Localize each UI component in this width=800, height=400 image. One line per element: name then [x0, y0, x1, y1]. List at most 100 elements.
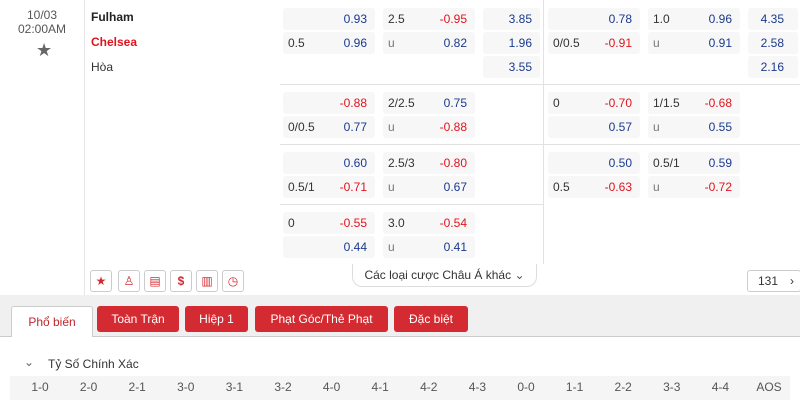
handicap-odds: -0.88: [339, 96, 367, 110]
score-option[interactable]: 2-1: [117, 380, 157, 394]
home-team[interactable]: Fulham: [91, 10, 134, 24]
over-odds: 0.59: [708, 156, 732, 170]
ft-handicap-away[interactable]: 0.5 0.96: [283, 32, 375, 54]
h1-handicap-home[interactable]: 0.50: [548, 152, 640, 174]
away-team[interactable]: Chelsea: [91, 35, 137, 49]
h1-over[interactable]: 0.5/1 0.59: [648, 152, 740, 174]
star-icon[interactable]: ★: [90, 270, 112, 292]
ou-line: 0.5/1: [653, 156, 680, 170]
score-option[interactable]: 1-1: [555, 380, 595, 394]
under-odds: 0.82: [443, 36, 467, 50]
handicap-odds: -0.91: [604, 36, 632, 50]
score-option[interactable]: 0-0: [506, 380, 546, 394]
tab-corners-cards[interactable]: Phạt Góc/Thẻ Phạt: [255, 306, 388, 332]
handicap-odds: 0.93: [343, 12, 367, 26]
ou-line: 1/1.5: [653, 96, 680, 110]
ft-over[interactable]: 2.5/3 -0.80: [383, 152, 475, 174]
1x2-odds: 3.85: [508, 12, 532, 26]
h1-1x2[interactable]: 4.35: [748, 8, 798, 30]
score-option[interactable]: 3-3: [652, 380, 692, 394]
ft-handicap-home[interactable]: -0.88: [283, 92, 375, 114]
half-divider: [543, 0, 544, 264]
handicap-line: 0: [288, 216, 295, 230]
h1-handicap-home[interactable]: 0.78: [548, 8, 640, 30]
score-option[interactable]: 1-0: [20, 380, 60, 394]
under-label: u: [388, 36, 395, 50]
handicap-line: 0/0.5: [288, 120, 315, 134]
h1-handicap-away[interactable]: 0.57: [548, 116, 640, 138]
handicap-odds: 0.78: [608, 12, 632, 26]
under-odds: -0.72: [704, 180, 732, 194]
score-option[interactable]: 4-1: [360, 380, 400, 394]
ft-over[interactable]: 3.0 -0.54: [383, 212, 475, 234]
score-option[interactable]: 2-0: [69, 380, 109, 394]
ft-handicap-away[interactable]: 0.44: [283, 236, 375, 258]
teams-column: Fulham Chelsea Hòa: [85, 0, 280, 295]
ft-under[interactable]: u 0.82: [383, 32, 475, 54]
ft-handicap-home[interactable]: 0.93: [283, 8, 375, 30]
score-option[interactable]: 4-2: [409, 380, 449, 394]
stadium-icon[interactable]: ▤: [144, 270, 166, 292]
chevron-down-icon: ⌄: [514, 268, 525, 282]
tab-first-half[interactable]: Hiệp 1: [185, 306, 248, 332]
ft-handicap-home[interactable]: 0 -0.55: [283, 212, 375, 234]
ft-1x2[interactable]: 3.55: [483, 56, 540, 78]
jersey-icon[interactable]: ♙: [118, 270, 140, 292]
ft-1x2[interactable]: 3.85: [483, 8, 540, 30]
match-date: 10/03: [26, 8, 58, 22]
1x2-odds: 1.96: [508, 36, 532, 50]
handicap-odds: 0.60: [343, 156, 367, 170]
h1-under[interactable]: u -0.72: [648, 176, 740, 198]
under-label: u: [388, 240, 395, 254]
dollar-icon[interactable]: $: [170, 270, 192, 292]
score-option[interactable]: 3-1: [214, 380, 254, 394]
h1-under[interactable]: u 0.91: [648, 32, 740, 54]
more-asian-bets-button[interactable]: Các loại cược Châu Á khác ⌄: [352, 264, 537, 287]
h1-handicap-away[interactable]: 0/0.5 -0.91: [548, 32, 640, 54]
handicap-odds: 0.77: [343, 120, 367, 134]
score-option[interactable]: 4-3: [457, 380, 497, 394]
ou-line: 2.5/3: [388, 156, 415, 170]
h1-under[interactable]: u 0.55: [648, 116, 740, 138]
stats-icon[interactable]: ▥: [196, 270, 218, 292]
score-option[interactable]: 4-0: [312, 380, 352, 394]
tab-popular[interactable]: Phổ biến: [11, 306, 93, 337]
h1-handicap-home[interactable]: 0 -0.70: [548, 92, 640, 114]
under-odds: 0.67: [443, 180, 467, 194]
ft-handicap-away[interactable]: 0/0.5 0.77: [283, 116, 375, 138]
handicap-line: 0/0.5: [553, 36, 580, 50]
favorite-star-icon[interactable]: ★: [36, 40, 52, 61]
tab-special[interactable]: Đặc biệt: [394, 306, 468, 332]
clock-icon[interactable]: ◷: [222, 270, 244, 292]
score-option[interactable]: 3-2: [263, 380, 303, 394]
under-odds: -0.88: [439, 120, 467, 134]
h1-over[interactable]: 1/1.5 -0.68: [648, 92, 740, 114]
score-option[interactable]: 2-2: [603, 380, 643, 394]
ft-handicap-home[interactable]: 0.60: [283, 152, 375, 174]
tab-full-match[interactable]: Toàn Trận: [97, 306, 179, 332]
ft-handicap-away[interactable]: 0.5/1 -0.71: [283, 176, 375, 198]
row-divider: [280, 84, 800, 85]
h1-handicap-away[interactable]: 0.5 -0.63: [548, 176, 640, 198]
ft-over[interactable]: 2/2.5 0.75: [383, 92, 475, 114]
row-divider: [280, 144, 800, 145]
ft-under[interactable]: u 0.41: [383, 236, 475, 258]
handicap-odds: 0.96: [343, 36, 367, 50]
ft-over[interactable]: 2.5 -0.95: [383, 8, 475, 30]
under-label: u: [653, 180, 660, 194]
more-markets-count-button[interactable]: 131 ›: [747, 270, 800, 292]
score-option[interactable]: AOS: [749, 380, 789, 394]
h1-1x2[interactable]: 2.58: [748, 32, 798, 54]
handicap-odds: 0.57: [608, 120, 632, 134]
h1-over[interactable]: 1.0 0.96: [648, 8, 740, 30]
score-option[interactable]: 3-0: [166, 380, 206, 394]
ft-under[interactable]: u -0.88: [383, 116, 475, 138]
h1-1x2[interactable]: 2.16: [748, 56, 798, 78]
section-title[interactable]: Tỷ Số Chính Xác: [48, 357, 139, 371]
chevron-down-icon[interactable]: ⌄: [24, 355, 34, 369]
ft-under[interactable]: u 0.67: [383, 176, 475, 198]
ft-1x2[interactable]: 1.96: [483, 32, 540, 54]
score-option[interactable]: 4-4: [700, 380, 740, 394]
over-odds: -0.95: [439, 12, 467, 26]
row-divider: [280, 204, 543, 205]
